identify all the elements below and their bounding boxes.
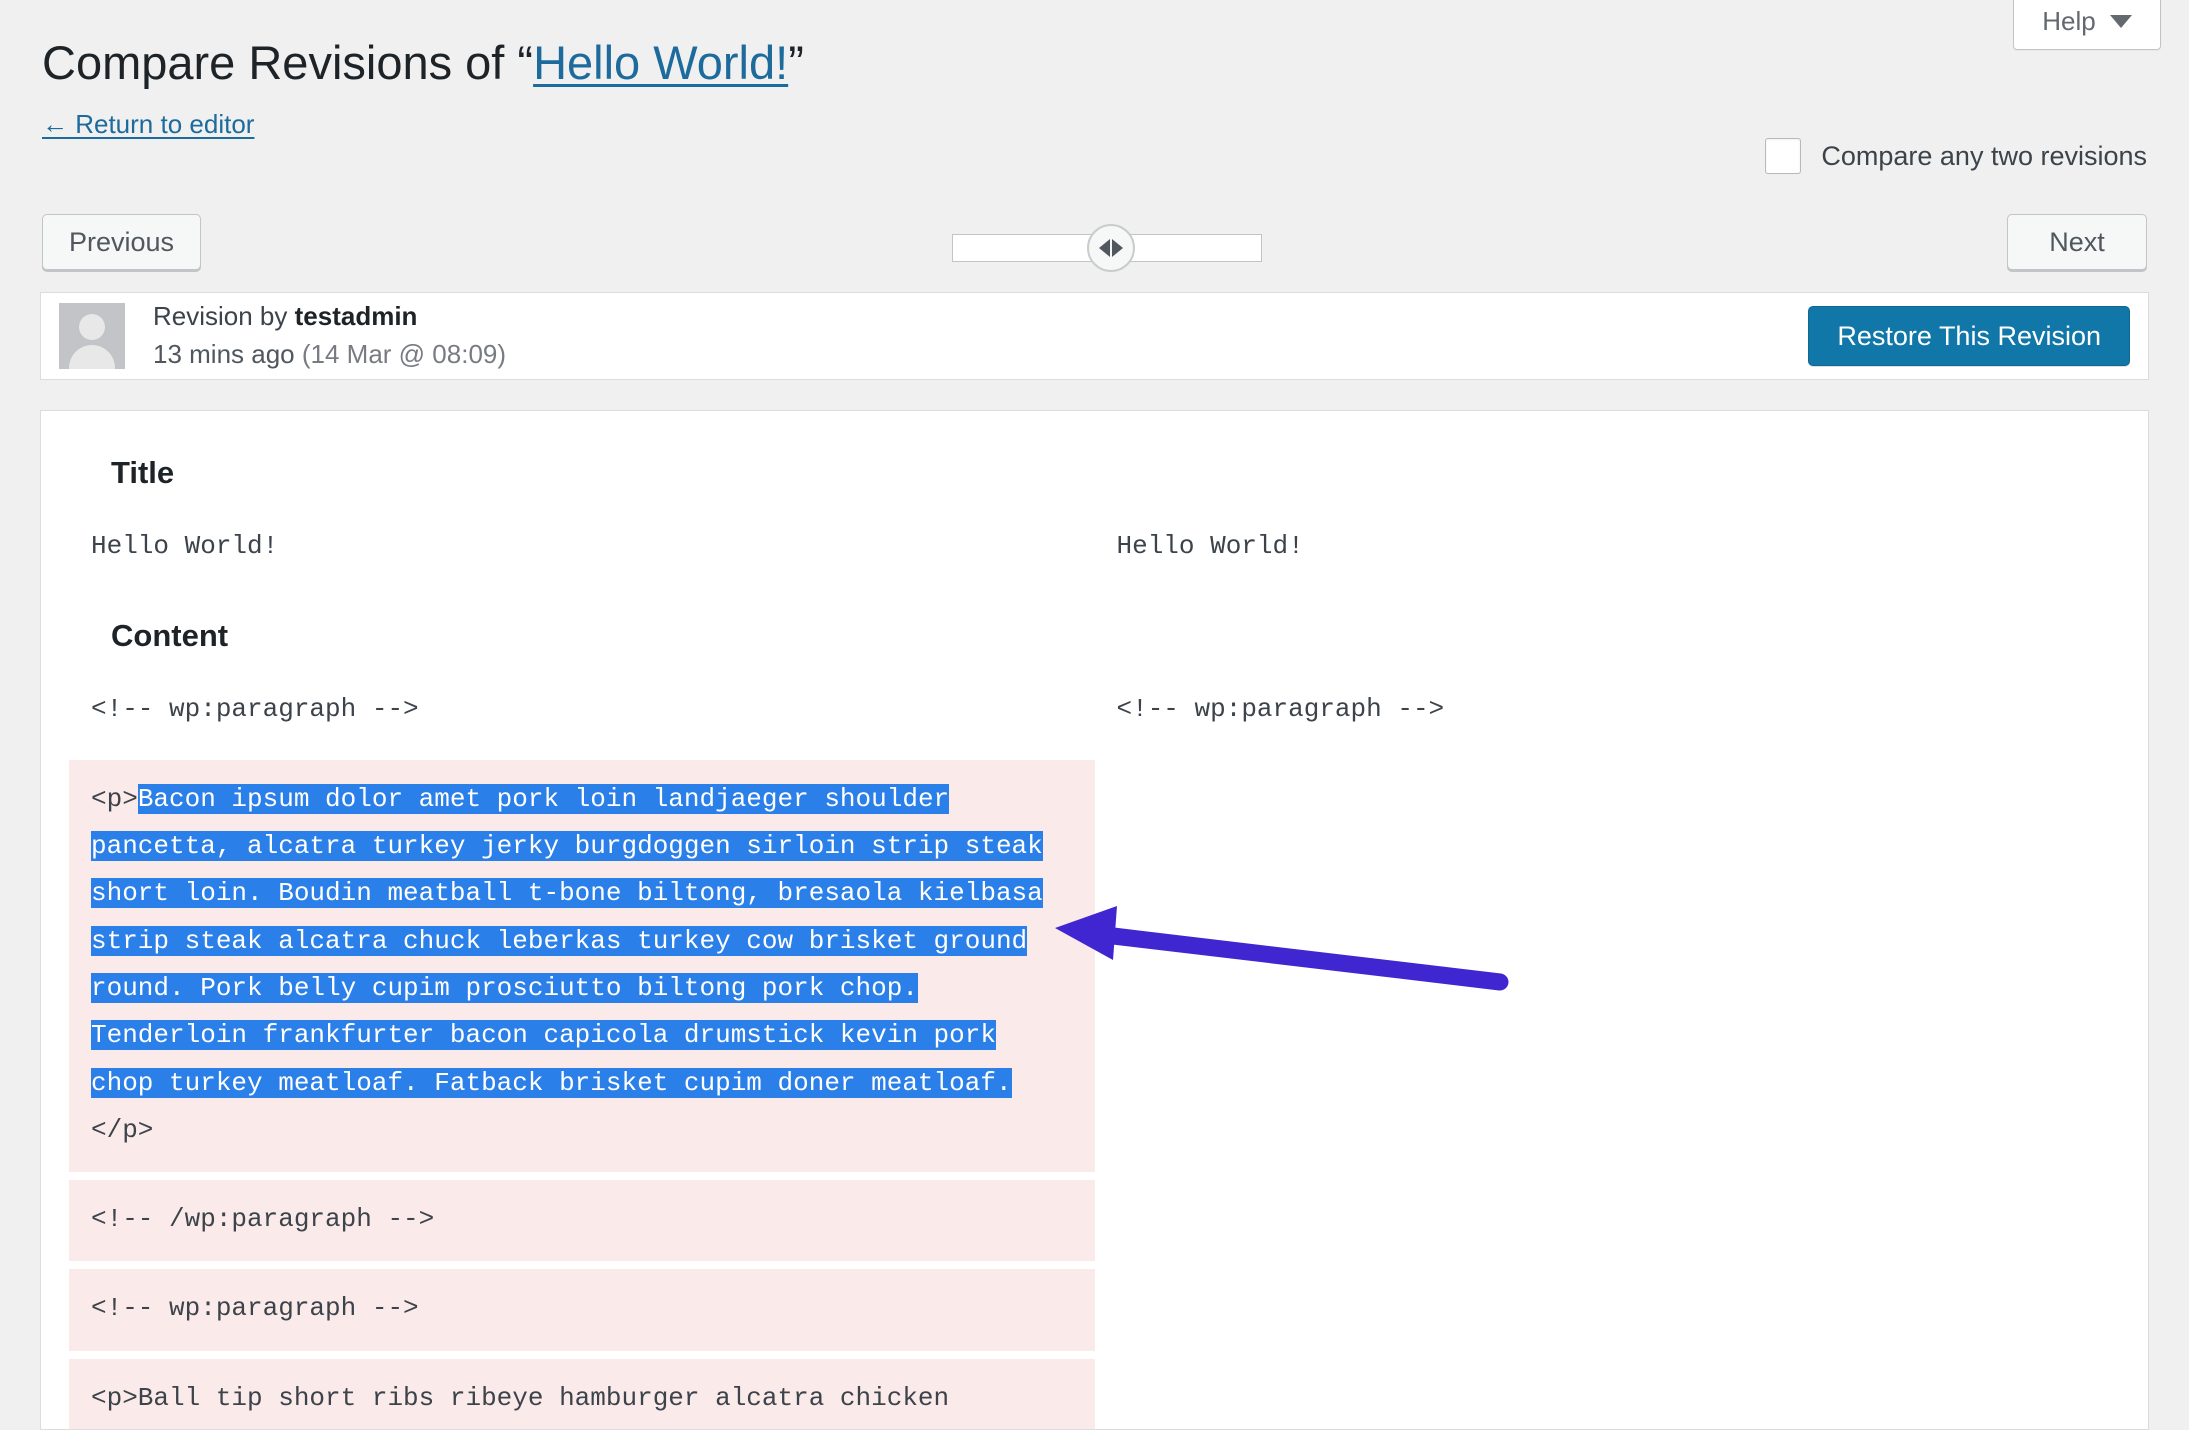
selected-text: Bacon ipsum dolor amet pork loin landjae…	[91, 783, 1043, 1098]
diff-cell-right: <!-- wp:paragraph -->	[1116, 694, 1445, 725]
revision-navigation: Previous Next	[0, 214, 2189, 274]
diff-cell-left: Hello World!	[91, 531, 279, 561]
diff-section-heading-content: Content	[111, 618, 229, 654]
diff-cell-right	[1095, 1180, 2121, 1261]
diff-cell-left-deleted: <p>Bacon ipsum dolor amet pork loin land…	[69, 759, 1095, 1173]
diff-cell-left-deleted: <p>Ball tip short ribs ribeye hamburger …	[69, 1358, 1095, 1429]
diff-section-heading-title: Title	[111, 455, 175, 490]
revision-author-name: testadmin	[294, 301, 418, 332]
user-avatar-icon	[59, 303, 125, 369]
diff-cell-right	[1095, 760, 2121, 1173]
compare-two-revisions-checkbox[interactable]	[1765, 138, 1802, 174]
restore-this-revision-button[interactable]: Restore This Revision	[1808, 306, 2130, 366]
return-to-editor-link[interactable]: ← Return to editor	[42, 109, 254, 140]
compare-two-revisions-row[interactable]: Compare any two revisions	[1765, 138, 2147, 174]
diff-cell-left-deleted: <!-- wp:paragraph -->	[69, 1269, 1095, 1351]
avatar-head	[79, 314, 105, 340]
table-row: <p>Ball tip short ribs ribeye hamburger …	[69, 1358, 2121, 1429]
diff-cell-right	[1095, 1269, 2121, 1350]
revision-info-bar: Revision by testadmin 13 mins ago (14 Ma…	[40, 292, 2149, 380]
diff-cell-left-deleted: <!-- /wp:paragraph -->	[69, 1180, 1095, 1262]
table-row: <!-- wp:paragraph -->	[69, 1269, 2121, 1351]
diff-table-content: <!-- wp:paragraph --> <!-- wp:paragraph …	[69, 662, 2121, 1429]
diff-table-title: Hello World! Hello World!	[69, 499, 2120, 596]
page-title-prefix: Compare Revisions of “	[42, 36, 534, 89]
page-header: Compare Revisions of “Hello World!” ← Re…	[0, 0, 2189, 140]
diff-cell-right	[1095, 1359, 2121, 1429]
diff-tag-close: </p>	[91, 1114, 154, 1145]
compare-two-revisions-label[interactable]: Compare any two revisions	[1821, 141, 2147, 172]
diff-tag-open: <p>	[91, 783, 138, 814]
revision-time-line: 13 mins ago (14 Mar @ 08:09)	[153, 336, 506, 374]
diff-cell-left: <!-- wp:paragraph -->	[91, 694, 419, 725]
avatar-body	[69, 345, 115, 369]
table-row: Hello World! Hello World!	[69, 507, 2120, 588]
diff-cell-right: Hello World!	[1116, 531, 1304, 561]
help-button-label: Help	[2042, 6, 2096, 36]
page-title-suffix: ”	[788, 36, 804, 89]
revision-slider[interactable]	[952, 224, 1262, 272]
table-row: <!-- /wp:paragraph -->	[69, 1180, 2121, 1262]
left-arrow-icon	[1099, 239, 1110, 257]
page-title: Compare Revisions of “Hello World!”	[42, 34, 2147, 93]
chevron-down-icon	[2109, 15, 2132, 28]
revision-diff-panel: Title Hello World! Hello World! Content …	[40, 410, 2149, 1430]
revision-by-label: Revision by	[153, 301, 295, 332]
revision-meta: Revision by testadmin 13 mins ago (14 Ma…	[153, 298, 506, 373]
previous-button[interactable]: Previous	[42, 214, 202, 270]
revision-relative-time: 13 mins ago	[153, 339, 302, 369]
revision-slider-handle[interactable]	[1087, 224, 1135, 272]
table-row: <!-- wp:paragraph --> <!-- wp:paragraph …	[69, 670, 2120, 751]
help-button[interactable]: Help	[2013, 0, 2161, 50]
revision-author-line: Revision by testadmin	[153, 298, 506, 336]
next-button[interactable]: Next	[2007, 214, 2147, 270]
table-row: <p>Bacon ipsum dolor amet pork loin land…	[69, 759, 2121, 1173]
right-arrow-icon	[1112, 239, 1123, 257]
revision-absolute-time: (14 Mar @ 08:09)	[301, 339, 507, 369]
post-title-link[interactable]: Hello World!	[533, 36, 788, 89]
